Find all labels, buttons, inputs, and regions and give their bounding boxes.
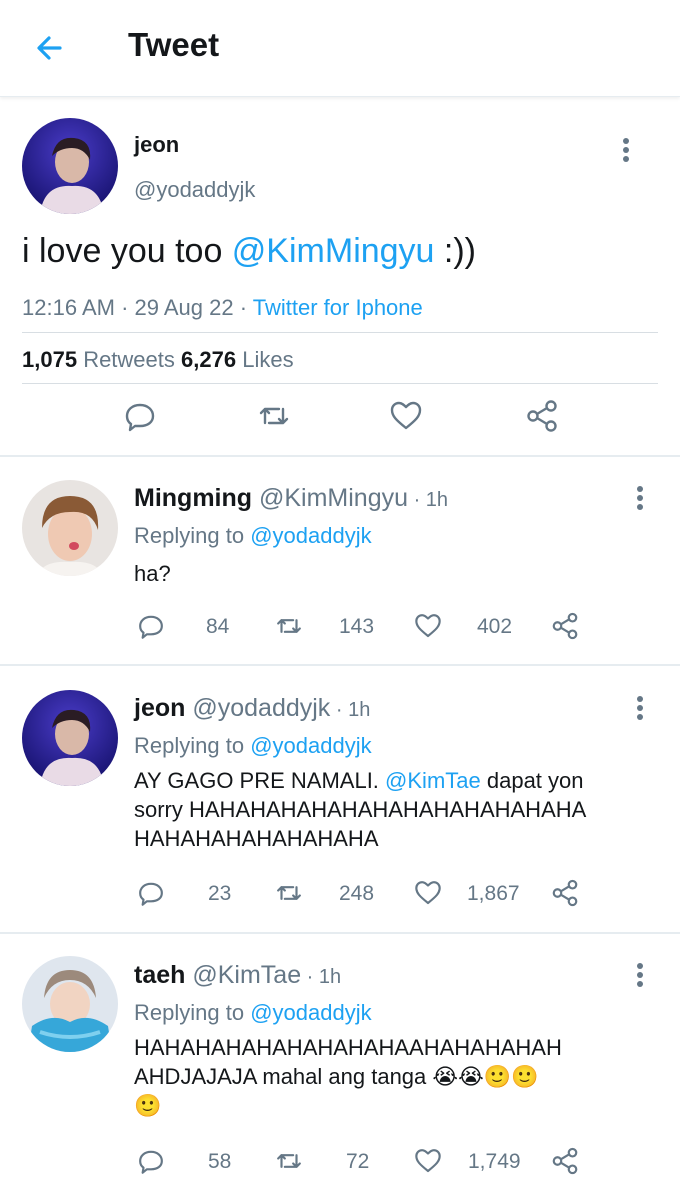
retweet-count: 143 (339, 615, 375, 638)
replying-to: Replying to @yodaddyjk (134, 523, 372, 548)
more-options-button[interactable] (616, 130, 636, 170)
like-count: 1,749 (468, 1150, 521, 1173)
reply-header: taeh @KimTae · 1h (134, 961, 342, 989)
emoji-group: 🙂 (134, 1094, 162, 1119)
more-options-button[interactable] (630, 478, 650, 518)
retweet-icon (277, 619, 301, 633)
author-name[interactable]: Mingming (134, 484, 252, 512)
divider (22, 383, 658, 384)
like-icon (415, 614, 441, 638)
author-name[interactable]: jeon (134, 694, 185, 722)
replying-to: Replying to @yodaddyjk (134, 733, 372, 758)
author-name[interactable]: taeh (134, 961, 185, 989)
share-icon (527, 400, 557, 432)
tweet-source[interactable]: Twitter for Iphone (253, 295, 423, 320)
like-button[interactable] (388, 398, 424, 434)
author-handle[interactable]: @yodaddyjk (134, 177, 255, 203)
retweet-icon (277, 886, 301, 900)
share-button[interactable] (524, 398, 560, 434)
more-vert-icon (623, 138, 629, 162)
reply-text: AY GAGO PRE NAMALI. @KimTae dapat yon sor… (134, 768, 587, 851)
likes-count[interactable]: 6,276 (181, 347, 236, 372)
mention-link[interactable]: @yodaddyjk (250, 733, 371, 758)
reply-count: 58 (208, 1150, 232, 1173)
avatar[interactable] (22, 690, 118, 786)
replying-to: Replying to @yodaddyjk (134, 1000, 372, 1025)
more-options-button[interactable] (630, 955, 650, 995)
likes-label[interactable]: Likes (242, 347, 293, 372)
retweet-button[interactable] (274, 1146, 304, 1176)
reply-time: 1h (348, 699, 371, 721)
avatar[interactable] (22, 118, 118, 214)
like-count: 402 (477, 615, 513, 638)
reply-button[interactable] (122, 398, 158, 434)
reply-count: 23 (208, 882, 232, 905)
reply-button[interactable] (136, 878, 166, 908)
more-vert-icon (637, 486, 643, 510)
retweets-count[interactable]: 1,075 (22, 347, 77, 372)
mention-link[interactable]: @KimMingyu (232, 232, 435, 270)
reply-text: ha? (134, 561, 171, 586)
share-icon (552, 612, 578, 640)
reply-button[interactable] (136, 1146, 166, 1176)
mention-link[interactable]: @KimTae (385, 768, 481, 793)
reply-count: 84 (206, 615, 230, 638)
author-handle[interactable]: @KimMingyu (259, 484, 408, 512)
page-title: Tweet (128, 26, 220, 63)
retweet-icon (259, 407, 289, 425)
reply-icon (139, 615, 163, 639)
divider (22, 332, 658, 333)
tweet-stats: 1,075 Retweets 6,276 Likes (22, 347, 294, 373)
more-vert-icon (637, 963, 643, 987)
reply-text: HAHAHAHAHAHAHAHAHAAHAHAHAHAH AHDJAJAJA ma… (134, 1033, 654, 1121)
reply-button[interactable] (136, 611, 166, 641)
reply-time: 1h (318, 966, 342, 988)
retweet-icon (277, 1154, 301, 1168)
retweet-button[interactable] (274, 878, 304, 908)
avatar[interactable] (22, 480, 118, 576)
section-separator (0, 455, 680, 457)
reply-icon (125, 403, 155, 432)
back-arrow-icon (37, 36, 62, 60)
mention-link[interactable]: @yodaddyjk (250, 1000, 371, 1025)
like-button[interactable] (413, 1146, 443, 1176)
share-icon (552, 1147, 578, 1175)
reply-time: 1h (425, 489, 449, 511)
retweet-count: 72 (346, 1150, 370, 1173)
share-button[interactable] (550, 878, 580, 908)
retweets-label[interactable]: Retweets (83, 347, 175, 372)
top-bar: Tweet (0, 0, 680, 97)
mention-link[interactable]: @yodaddyjk (250, 523, 371, 548)
back-button[interactable] (30, 28, 70, 68)
reply-header: jeon @yodaddyjk · 1h (134, 694, 371, 722)
tweet-text: i love you too @KimMingyu :)) (22, 232, 477, 270)
tweet-date: 29 Aug 22 (134, 295, 234, 320)
tweet-meta: 12:16 AM · 29 Aug 22 · Twitter for Iphon… (22, 295, 423, 320)
like-icon (415, 881, 441, 905)
like-button[interactable] (413, 611, 443, 641)
like-button[interactable] (413, 878, 443, 908)
share-button[interactable] (550, 1146, 580, 1176)
reply-icon (139, 882, 163, 906)
share-icon (552, 879, 578, 907)
more-options-button[interactable] (630, 688, 650, 728)
reply-icon (139, 1150, 163, 1174)
share-button[interactable] (550, 611, 580, 641)
tweet-time: 12:16 AM (22, 295, 115, 320)
retweet-button[interactable] (274, 611, 304, 641)
author-name[interactable]: jeon (134, 132, 179, 158)
like-count: 1,867 (467, 882, 520, 905)
like-icon (390, 401, 422, 430)
author-handle[interactable]: @KimTae (192, 961, 301, 989)
more-vert-icon (637, 696, 643, 720)
author-handle[interactable]: @yodaddyjk (192, 694, 330, 722)
retweet-button[interactable] (256, 398, 292, 434)
section-separator (0, 932, 680, 934)
retweet-count: 248 (339, 882, 375, 905)
avatar[interactable] (22, 956, 118, 1052)
emoji-group: 😭😭🙂🙂 (432, 1065, 539, 1090)
like-icon (415, 1149, 441, 1173)
reply-header: Mingming @KimMingyu · 1h (134, 484, 449, 512)
section-separator (0, 664, 680, 666)
